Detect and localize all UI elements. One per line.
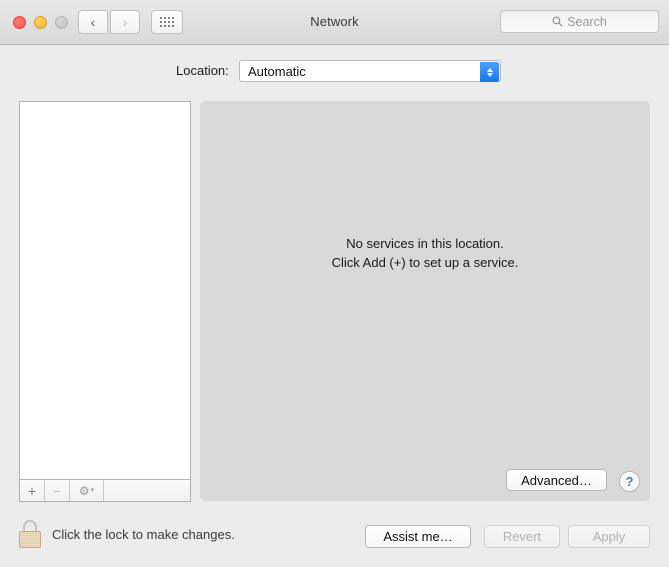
gear-icon: ⚙ [78, 483, 90, 498]
revert-label: Revert [502, 529, 542, 544]
remove-service-button: − [45, 480, 70, 501]
lock-area[interactable]: Click the lock to make changes. [19, 520, 235, 548]
service-detail-panel: No services in this location. Click Add … [200, 101, 650, 501]
question-mark-icon: ? [625, 474, 634, 489]
lock-hint-text: Click the lock to make changes. [52, 526, 235, 542]
chevron-down-icon: ▾ [90, 487, 95, 494]
location-row: Location: Automatic [0, 60, 669, 84]
empty-state-message: No services in this location. Click Add … [200, 234, 650, 272]
revert-button: Revert [484, 525, 560, 548]
empty-state-subtitle: Click Add (+) to set up a service. [331, 255, 519, 270]
advanced-button-label: Advanced… [521, 472, 592, 488]
apply-label: Apply [592, 529, 626, 544]
add-service-button[interactable]: + [20, 480, 45, 501]
search-placeholder-text: Search [567, 14, 607, 29]
plus-icon: + [27, 482, 37, 499]
chevron-updown-icon[interactable] [480, 62, 499, 82]
window-titlebar: ‹ › Network Search [0, 0, 669, 45]
empty-state-title: No services in this location. [346, 236, 504, 251]
assist-me-label: Assist me… [383, 529, 453, 544]
services-list[interactable] [20, 102, 190, 480]
closed-lock-icon[interactable] [19, 520, 41, 548]
location-label: Location: [176, 63, 229, 78]
search-input[interactable]: Search [500, 10, 659, 33]
location-popup-button[interactable]: Automatic [239, 60, 501, 82]
minus-icon: − [52, 482, 62, 499]
advanced-button[interactable]: Advanced… [506, 469, 607, 491]
services-toolbar-filler [104, 480, 190, 501]
services-toolbar: + − ⚙ ▾ [20, 479, 190, 501]
location-selected-value: Automatic [248, 64, 306, 79]
help-button[interactable]: ? [619, 471, 640, 492]
assist-me-button[interactable]: Assist me… [365, 525, 471, 548]
search-icon [552, 16, 563, 27]
services-panel: + − ⚙ ▾ [19, 101, 191, 502]
apply-button: Apply [568, 525, 650, 548]
network-preferences-window: ‹ › Network Search Location: Automatic +… [0, 0, 669, 567]
action-gear-menu[interactable]: ⚙ ▾ [70, 480, 104, 501]
